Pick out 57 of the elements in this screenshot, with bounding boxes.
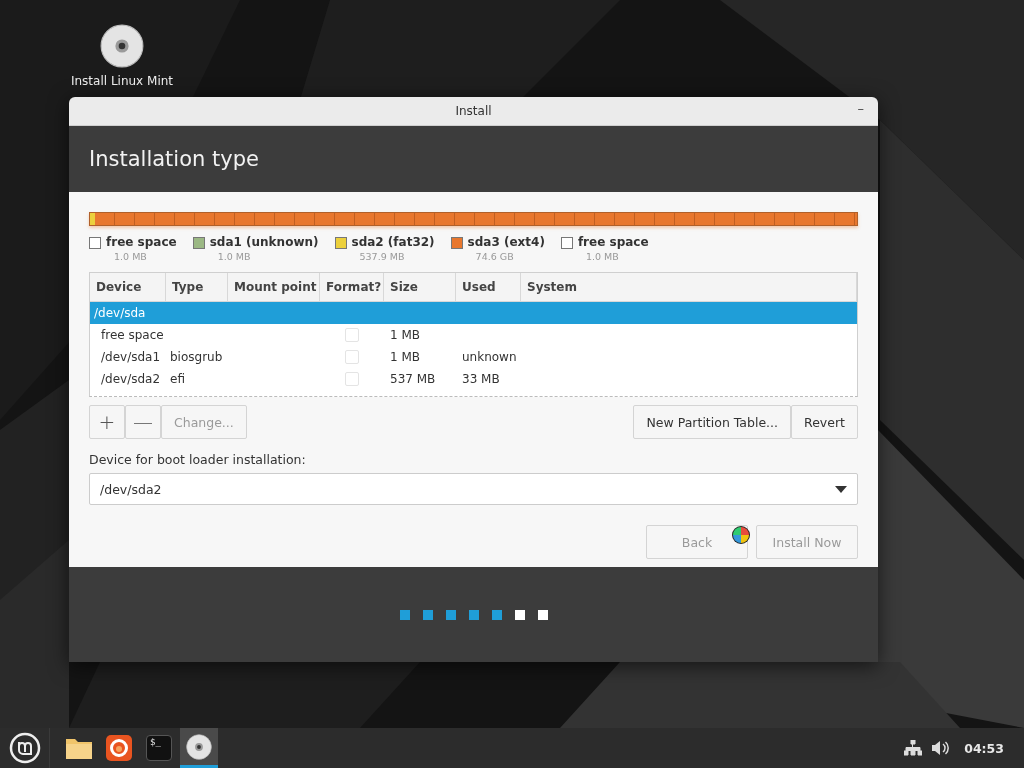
table-row[interactable]: /dev/sda2 efi 537 MB 33 MB [90,368,857,390]
new-partition-table-button[interactable]: New Partition Table... [633,405,792,439]
boot-loader-dropdown[interactable]: /dev/sda2 [89,473,858,505]
table-cell-text: unknown [461,350,518,364]
legend-size: 74.6 GB [475,251,515,262]
legend-label: sda1 (unknown) [209,235,319,249]
busy-cursor-icon [731,525,751,545]
table-cell-text: /dev/sda2 [100,372,162,386]
table-cell-text: /dev/sda1 [100,350,162,364]
window-title: Install [455,104,492,118]
legend-label: sda3 (ext4) [467,235,545,249]
legend-size: 1.0 MB [585,251,620,262]
table-cell-text: biosgrub [169,350,224,364]
fox-icon [106,735,132,761]
field-label: Device for boot loader installation: [89,452,307,467]
column-header[interactable]: System [521,273,857,301]
volume-icon[interactable] [932,740,951,756]
network-icon[interactable] [904,740,923,756]
table-row[interactable]: free space 1 MB [90,324,857,346]
column-header[interactable]: Format? [320,273,384,301]
legend-label: free space [577,235,649,249]
table-cell-text: 1 MB [389,328,422,342]
table-cell-text: 537 MB [389,372,437,386]
column-header[interactable]: Device [90,273,166,301]
column-header[interactable]: Used [456,273,521,301]
add-button[interactable]: + [89,405,125,439]
disc-icon [100,24,144,68]
desktop-icon-label[interactable]: Install Linux Mint [70,74,174,88]
column-header[interactable]: Size [384,273,456,301]
column-header[interactable]: Type [166,273,228,301]
legend-size: 1.0 MB [217,251,252,262]
caret-icon [835,485,847,493]
table-cell-text: free space [100,328,165,342]
disc-icon [186,733,212,760]
table-cell-text: /dev/sda [93,306,147,320]
terminal-icon: $_ [146,735,172,761]
legend-size: 1.0 MB [114,251,148,262]
revert-button[interactable]: Revert [791,405,858,439]
legend-label: sda2 (fat32) [351,235,435,249]
table-cell-text: 33 MB [461,372,501,386]
logo-icon [8,732,41,764]
table-cell-text: efi [169,372,186,386]
column-header[interactable]: Mount point [228,273,320,301]
taskbar-app[interactable] [180,728,218,768]
table-row[interactable]: /dev/sda1 biosgrub 1 MB unknown [90,346,857,368]
taskbar-app[interactable]: $_ [140,728,178,768]
table-cell-text: 1 MB [389,350,422,364]
legend-label: free space [106,235,177,249]
folder-icon [65,736,93,760]
format-checkbox[interactable] [345,372,359,386]
format-checkbox[interactable] [345,350,359,364]
page-heading: Installation type [89,147,259,171]
clock[interactable]: 04:53 [964,740,1004,756]
legend-size: 537.9 MB [359,251,406,262]
minimize-button[interactable]: – [855,101,866,116]
remove-button[interactable]: — [125,405,161,439]
format-checkbox[interactable] [345,328,359,342]
